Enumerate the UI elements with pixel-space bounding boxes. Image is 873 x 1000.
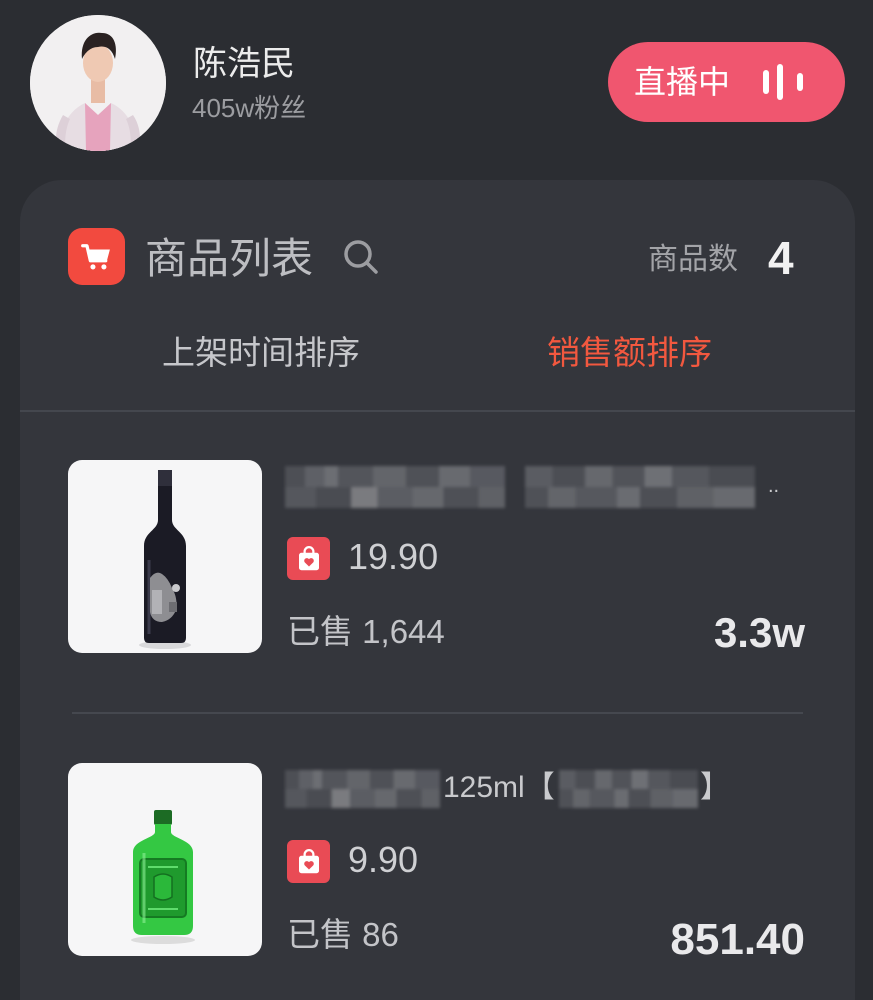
product-list-panel: 商品列表 商品数 4 上架时间排序 销售额排序 .. 19.90 已售 1,64… bbox=[20, 180, 855, 1000]
product-count-value: 4 bbox=[768, 232, 794, 284]
tab-sort-by-sales[interactable]: 销售额排序 bbox=[547, 336, 712, 369]
avatar[interactable] bbox=[30, 15, 166, 151]
sales-amount: 3.3w bbox=[713, 609, 805, 656]
title-ellipsis: .. bbox=[768, 475, 780, 497]
streamer-name: 陈浩民 bbox=[193, 45, 295, 83]
product-divider bbox=[72, 712, 803, 714]
live-status-button[interactable]: 直播中 bbox=[608, 42, 845, 122]
redacted-title-block bbox=[559, 770, 698, 808]
product-image bbox=[68, 460, 262, 653]
search-icon[interactable] bbox=[342, 238, 380, 276]
tab-divider bbox=[20, 410, 855, 412]
product-price: 9.90 bbox=[348, 839, 419, 880]
tab-sort-by-listing-time[interactable]: 上架时间排序 bbox=[162, 336, 360, 369]
panel-title: 商品列表 bbox=[145, 235, 314, 282]
live-button-label: 直播中 bbox=[634, 64, 731, 100]
live-bars-icon bbox=[763, 64, 803, 100]
redacted-title-block bbox=[285, 466, 505, 508]
sales-amount: 851.40 bbox=[670, 915, 805, 964]
shopping-bag-heart-icon bbox=[287, 840, 330, 883]
fan-count: 405w粉丝 bbox=[192, 93, 307, 123]
avatar-photo bbox=[30, 15, 166, 151]
product-title-tail: 】 bbox=[700, 771, 730, 804]
product-title-fragment: 125ml【 bbox=[443, 771, 555, 804]
shopping-bag-heart-icon bbox=[287, 537, 330, 580]
redacted-title-block bbox=[285, 770, 440, 808]
sold-count: 已售 86 bbox=[287, 916, 399, 953]
product-card[interactable]: 125ml【 】 9.90 已售 86 851.40 bbox=[20, 743, 855, 983]
product-count-label: 商品数 bbox=[648, 243, 738, 276]
green-liquor-bottle-image bbox=[131, 810, 195, 944]
product-card[interactable]: .. 19.90 已售 1,644 3.3w bbox=[20, 440, 855, 680]
product-price: 19.90 bbox=[348, 536, 439, 577]
cart-icon bbox=[68, 228, 125, 285]
product-image bbox=[68, 763, 262, 956]
sold-count: 已售 1,644 bbox=[287, 613, 445, 650]
red-wine-bottle-image bbox=[139, 470, 191, 649]
redacted-title-block bbox=[525, 466, 755, 508]
